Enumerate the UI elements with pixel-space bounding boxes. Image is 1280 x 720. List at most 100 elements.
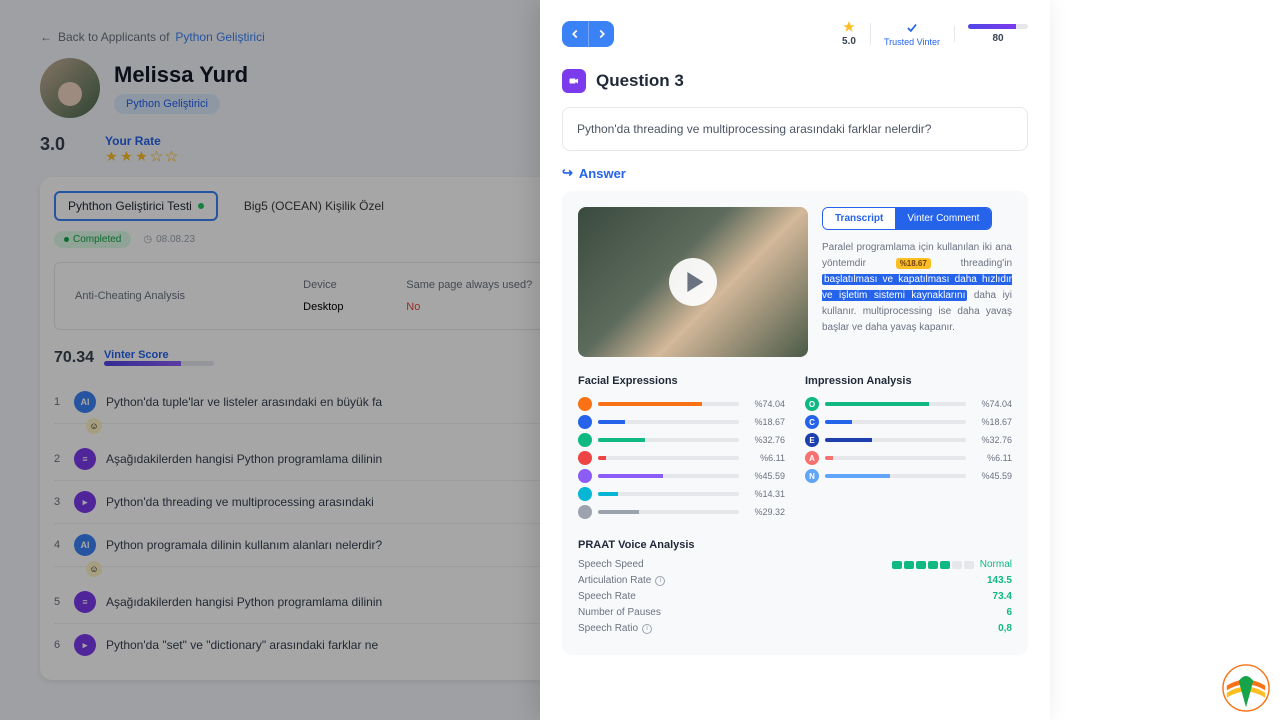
- next-question-button[interactable]: [588, 21, 614, 47]
- expression-value: %14.31: [745, 489, 785, 499]
- praat-section: PRAAT Voice Analysis Speech Speed Normal…: [578, 539, 1012, 634]
- impression-row: A %6.11: [805, 451, 1012, 465]
- tab-vinter-comment[interactable]: Vinter Comment: [895, 208, 991, 229]
- impression-list: O %74.04 C %18.67 E %32.76 A %6.11 N %45.59: [805, 397, 1012, 483]
- question-number: 3: [54, 496, 64, 508]
- emoji-icon: ☺: [86, 561, 102, 577]
- expression-value: %6.11: [745, 453, 785, 463]
- speed-block: [952, 561, 962, 569]
- facial-list: %74.04 %18.67 %32.76 %6.11 %45.59 %14.31…: [578, 397, 785, 519]
- reply-icon: ↪: [562, 165, 573, 181]
- answer-video-play[interactable]: [578, 207, 808, 357]
- praat-value: 73.4: [993, 591, 1012, 602]
- impression-row: N %45.59: [805, 469, 1012, 483]
- transcript-tabs: Transcript Vinter Comment: [822, 207, 992, 230]
- question-number: 4: [54, 539, 64, 551]
- role-tag: Python Geliştirici: [114, 94, 220, 114]
- impression-value: %45.59: [972, 471, 1012, 481]
- answer-label: ↪ Answer: [562, 165, 1028, 181]
- applicant-name: Melissa Yurd: [114, 62, 248, 88]
- expression-dot-icon: [578, 505, 592, 519]
- speed-block: [940, 561, 950, 569]
- impression-row: O %74.04: [805, 397, 1012, 411]
- question-type-icon: ▸: [74, 634, 96, 656]
- impression-dot-icon: A: [805, 451, 819, 465]
- impression-dot-icon: E: [805, 433, 819, 447]
- speed-blocks: [892, 561, 974, 569]
- test-tab-big5[interactable]: Big5 (OCEAN) Kişilik Özel: [232, 191, 396, 221]
- star-icon: [842, 20, 856, 34]
- facial-row: %45.59: [578, 469, 785, 483]
- test-tab-python[interactable]: Pyhthon Geliştirici Testi: [54, 191, 218, 221]
- praat-title: PRAAT Voice Analysis: [578, 539, 1012, 551]
- expression-value: %45.59: [745, 471, 785, 481]
- impression-row: E %32.76: [805, 433, 1012, 447]
- expression-dot-icon: [578, 433, 592, 447]
- metric-score: 80: [968, 24, 1028, 44]
- score-progress-bar: [968, 24, 1028, 29]
- speed-block: [916, 561, 926, 569]
- vinter-score-label: Vinter Score: [104, 349, 214, 361]
- question-type-icon: ≡: [74, 448, 96, 470]
- impression-value: %6.11: [972, 453, 1012, 463]
- speed-block: [904, 561, 914, 569]
- praat-label: Number of Pauses: [578, 607, 661, 618]
- prev-question-button[interactable]: [562, 21, 588, 47]
- metric-trusted: Trusted Vinter: [884, 21, 940, 47]
- metric-rating: 5.0: [842, 20, 856, 47]
- question-type-icon: ▸: [74, 491, 96, 513]
- back-link-target[interactable]: Python Geliştirici: [175, 30, 264, 44]
- check-icon: [905, 21, 919, 35]
- question-nav: [562, 21, 614, 47]
- vinter-score-value: 70.34: [54, 349, 94, 367]
- impression-dot-icon: O: [805, 397, 819, 411]
- highlight-badge: %18.67: [896, 258, 931, 269]
- facial-row: %32.76: [578, 433, 785, 447]
- ac-device: Desktop: [295, 297, 396, 317]
- question-number: 6: [54, 639, 64, 651]
- your-rate-score: 3.0: [40, 134, 65, 155]
- facial-row: %74.04: [578, 397, 785, 411]
- info-icon[interactable]: i: [642, 624, 652, 634]
- impression-title: Impression Analysis: [805, 375, 1012, 387]
- question-number: 1: [54, 396, 64, 408]
- facial-row: %14.31: [578, 487, 785, 501]
- answer-card: Transcript Vinter Comment Paralel progra…: [562, 191, 1028, 655]
- clock-icon: ◷: [143, 234, 152, 245]
- brand-logo: [1222, 664, 1270, 712]
- expression-value: %29.32: [745, 507, 785, 517]
- status-badge: Completed: [54, 231, 131, 248]
- expression-value: %74.04: [745, 399, 785, 409]
- your-rate-label: Your Rate: [105, 134, 178, 148]
- praat-label: Articulation Rate i: [578, 575, 665, 586]
- praat-row: Number of Pauses 6: [578, 607, 1012, 618]
- expression-dot-icon: [578, 487, 592, 501]
- anti-cheat-title: Anti-Cheating Analysis: [67, 275, 293, 317]
- expression-dot-icon: [578, 415, 592, 429]
- facial-row: %29.32: [578, 505, 785, 519]
- question-type-icon: ≡: [74, 591, 96, 613]
- tab-transcript[interactable]: Transcript: [823, 208, 895, 229]
- facial-title: Facial Expressions: [578, 375, 785, 387]
- praat-speed-label: Speech Speed: [578, 559, 644, 570]
- praat-label: Speech Rate: [578, 591, 636, 602]
- praat-speed-status: Normal: [980, 559, 1012, 570]
- info-icon[interactable]: i: [655, 576, 665, 586]
- impression-value: %18.67: [972, 417, 1012, 427]
- your-rate-stars[interactable]: [105, 150, 178, 163]
- camera-icon: [562, 69, 586, 93]
- praat-value: 6: [1006, 607, 1012, 618]
- expression-value: %18.67: [745, 417, 785, 427]
- impression-dot-icon: N: [805, 469, 819, 483]
- question-type-icon: AI: [74, 391, 96, 413]
- speed-block: [964, 561, 974, 569]
- praat-row: Articulation Rate i 143.5: [578, 575, 1012, 586]
- expression-dot-icon: [578, 469, 592, 483]
- ac-col-device: Device: [295, 275, 396, 295]
- question-type-icon: AI: [74, 534, 96, 556]
- avatar: [40, 58, 100, 118]
- question-number: 2: [54, 453, 64, 465]
- question-number: 5: [54, 596, 64, 608]
- impression-row: C %18.67: [805, 415, 1012, 429]
- arrow-left-icon: ←: [40, 30, 52, 44]
